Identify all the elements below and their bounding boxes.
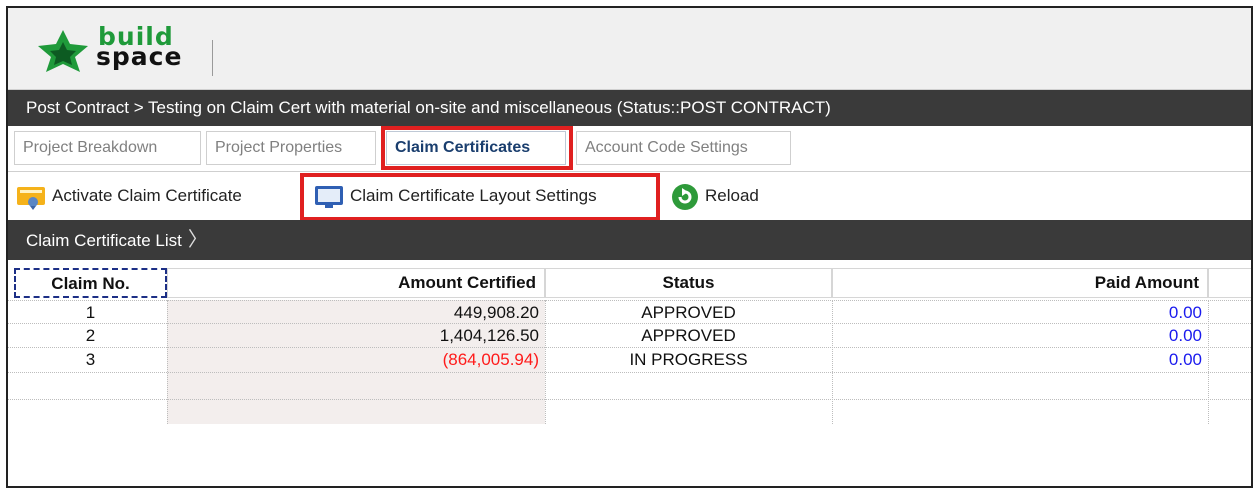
certificate-icon <box>17 186 45 210</box>
reload-label: Reload <box>705 186 759 205</box>
toolbar-highlight-box <box>300 173 660 221</box>
cell-status[interactable]: APPROVED <box>545 301 832 325</box>
column-header-status[interactable]: Status <box>545 268 832 298</box>
tab-highlight-box <box>381 126 573 170</box>
toolbar: Activate Claim Certificate Claim Certifi… <box>8 172 1251 221</box>
column-header-extra <box>1208 268 1251 298</box>
cell-amount-certified[interactable]: 1,404,126.50 <box>167 324 545 348</box>
reload-button[interactable]: Reload <box>671 179 759 213</box>
activate-claim-certificate-label: Activate Claim Certificate <box>52 186 242 205</box>
column-header-claim-no[interactable]: Claim No. <box>14 268 167 298</box>
claim-certificate-list-bar: Claim Certificate List 〉 <box>8 220 1251 260</box>
cell-amount-certified[interactable]: 449,908.20 <box>167 301 545 325</box>
tab-project-properties[interactable]: Project Properties <box>206 131 376 165</box>
row-divider <box>8 372 1251 373</box>
cell-status[interactable]: IN PROGRESS <box>545 348 832 372</box>
claim-certificate-list-title: Claim Certificate List <box>26 231 182 250</box>
tab-project-breakdown[interactable]: Project Breakdown <box>14 131 201 165</box>
cell-paid-amount[interactable]: 0.00 <box>832 348 1208 372</box>
logo-divider <box>212 40 213 76</box>
cell-paid-amount[interactable]: 0.00 <box>832 301 1208 325</box>
cell-amount-certified[interactable]: (864,005.94) <box>167 348 545 372</box>
cell-claim-no[interactable]: 2 <box>14 324 167 348</box>
row-divider <box>8 399 1251 400</box>
app-window: build space Post Contract > Testing on C… <box>6 6 1253 488</box>
logo-text-space: space <box>96 42 183 71</box>
cell-paid-amount[interactable]: 0.00 <box>832 324 1208 348</box>
column-header-amount-certified[interactable]: Amount Certified <box>167 268 545 298</box>
logo-bar: build space <box>8 8 1251 90</box>
cell-status[interactable]: APPROVED <box>545 324 832 348</box>
logo-star-icon <box>38 30 88 72</box>
claim-certificate-grid: Claim No. Amount Certified Status Paid A… <box>8 260 1251 486</box>
buildspace-logo: build space <box>34 22 224 78</box>
tab-account-code-settings[interactable]: Account Code Settings <box>576 131 791 165</box>
cell-claim-no[interactable]: 1 <box>14 301 167 325</box>
tab-bar: Project Breakdown Project Properties Cla… <box>8 126 1251 172</box>
column-header-paid-amount[interactable]: Paid Amount <box>832 268 1208 298</box>
activate-claim-certificate-button[interactable]: Activate Claim Certificate <box>16 179 242 213</box>
reload-icon <box>672 183 698 210</box>
column-divider <box>1208 300 1209 424</box>
chevron-right-icon: 〉 <box>187 229 208 251</box>
breadcrumb: Post Contract > Testing on Claim Cert wi… <box>8 90 1251 126</box>
cell-claim-no[interactable]: 3 <box>14 348 167 372</box>
